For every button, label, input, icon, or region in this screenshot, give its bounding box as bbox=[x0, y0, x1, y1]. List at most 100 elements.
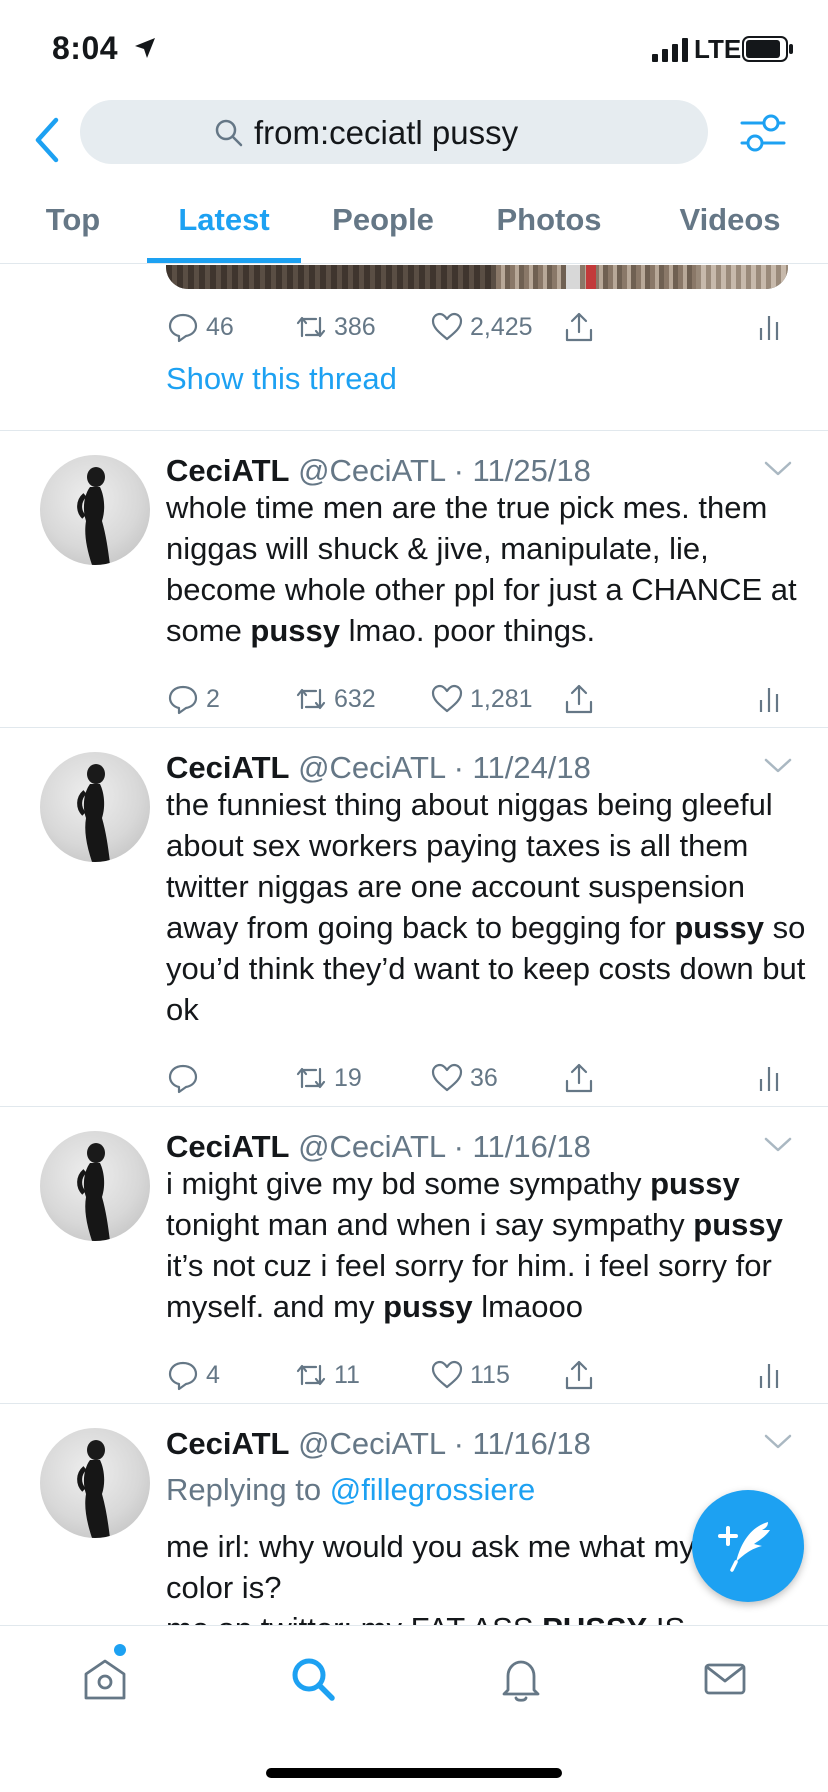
battery-icon bbox=[742, 36, 793, 62]
separator-dot: · bbox=[444, 1129, 473, 1164]
reply-button[interactable] bbox=[166, 1058, 206, 1098]
search-query: from:ceciatl pussy bbox=[254, 114, 519, 151]
retweet-button[interactable]: 632 bbox=[294, 679, 376, 719]
user-handle[interactable]: @CeciATL bbox=[298, 750, 445, 785]
bottom-nav bbox=[0, 1625, 828, 1792]
analytics-button[interactable] bbox=[752, 307, 786, 347]
like-button[interactable]: 115 bbox=[430, 1355, 510, 1395]
back-chevron-icon[interactable] bbox=[28, 112, 68, 168]
share-button[interactable] bbox=[562, 1355, 596, 1395]
analytics-button[interactable] bbox=[752, 679, 786, 719]
show-thread-link[interactable]: Show this thread bbox=[166, 361, 397, 397]
reply-icon bbox=[168, 1361, 198, 1391]
reply-button[interactable]: 4 bbox=[166, 1355, 220, 1395]
display-name[interactable]: CeciATL bbox=[166, 453, 289, 488]
separator-dot: · bbox=[444, 453, 473, 488]
avatar[interactable] bbox=[40, 1131, 150, 1241]
reply-icon bbox=[168, 1064, 198, 1094]
like-count: 36 bbox=[470, 1063, 498, 1092]
tab-people[interactable]: People bbox=[318, 202, 448, 264]
avatar[interactable] bbox=[40, 1428, 150, 1538]
share-button[interactable] bbox=[562, 307, 596, 347]
tweet-header: CeciATL @CeciATL · 11/24/18 bbox=[166, 750, 591, 786]
retweet-button[interactable]: 386 bbox=[294, 307, 376, 347]
like-icon bbox=[431, 1360, 463, 1389]
tweet-actions: 2 632 1,281 bbox=[166, 679, 786, 719]
messages-icon[interactable] bbox=[700, 1654, 750, 1704]
location-arrow-icon bbox=[135, 38, 155, 58]
user-handle[interactable]: @CeciATL bbox=[298, 1426, 445, 1461]
share-button[interactable] bbox=[562, 679, 596, 719]
compose-icon bbox=[718, 1522, 770, 1572]
tab-photos[interactable]: Photos bbox=[480, 202, 618, 264]
tweet-text: the funniest thing about niggas being gl… bbox=[166, 787, 806, 1027]
tweet[interactable]: CeciATL @CeciATL · 11/25/18 whole time m… bbox=[0, 430, 828, 727]
tweet-date: 11/16/18 bbox=[472, 1426, 591, 1461]
explore-search-icon[interactable] bbox=[288, 1654, 338, 1704]
reply-icon bbox=[168, 313, 198, 343]
reply-button[interactable]: 2 bbox=[166, 679, 220, 719]
home-icon[interactable] bbox=[80, 1654, 130, 1704]
avatar-silhouette bbox=[77, 1143, 110, 1241]
stats-icon bbox=[759, 688, 779, 712]
retweet-icon bbox=[296, 316, 326, 338]
tweet-actions: 4 11 115 bbox=[166, 1355, 786, 1395]
tweet-media-image[interactable] bbox=[166, 265, 788, 289]
tweet[interactable]: CeciATL @CeciATL · 11/24/18 the funniest… bbox=[0, 727, 828, 1106]
like-icon bbox=[431, 312, 463, 341]
tab-top[interactable]: Top bbox=[26, 202, 120, 264]
like-button[interactable]: 1,281 bbox=[430, 679, 533, 719]
tweet-feed[interactable]: 46 386 2,425 Show this thread CeciATL @C… bbox=[0, 265, 828, 1625]
compose-tweet-button[interactable] bbox=[692, 1490, 804, 1602]
stats-icon bbox=[759, 1364, 779, 1388]
tab-latest[interactable]: Latest bbox=[147, 202, 301, 264]
chevron-down-icon[interactable] bbox=[762, 1432, 794, 1452]
avatar[interactable] bbox=[40, 455, 150, 565]
chevron-down-icon[interactable] bbox=[762, 756, 794, 776]
avatar-silhouette bbox=[77, 467, 110, 565]
display-name[interactable]: CeciATL bbox=[166, 750, 289, 785]
tweet[interactable]: CeciATL @CeciATL · 11/16/18 i might give… bbox=[0, 1106, 828, 1403]
tab-videos[interactable]: Videos bbox=[660, 202, 800, 264]
search-tabs: Top Latest People Photos Videos bbox=[0, 190, 828, 264]
search-icon bbox=[215, 119, 243, 147]
like-icon bbox=[431, 684, 463, 713]
filter-icon[interactable] bbox=[740, 110, 786, 156]
tweet-date: 11/24/18 bbox=[472, 750, 591, 785]
analytics-button[interactable] bbox=[752, 1355, 786, 1395]
reply-icon bbox=[168, 685, 198, 715]
like-button[interactable]: 2,425 bbox=[430, 307, 533, 347]
reply-button[interactable]: 46 bbox=[166, 307, 234, 347]
avatar[interactable] bbox=[40, 752, 150, 862]
like-count: 2,425 bbox=[470, 312, 533, 341]
retweet-button[interactable]: 11 bbox=[294, 1355, 360, 1395]
retweet-count: 632 bbox=[334, 684, 376, 713]
notifications-icon[interactable] bbox=[496, 1654, 546, 1704]
retweet-button[interactable]: 19 bbox=[294, 1058, 362, 1098]
retweet-icon bbox=[296, 1364, 326, 1386]
display-name[interactable]: CeciATL bbox=[166, 1426, 289, 1461]
retweet-count: 11 bbox=[334, 1360, 360, 1389]
analytics-button[interactable] bbox=[752, 1058, 786, 1098]
separator-dot: · bbox=[444, 750, 473, 785]
display-name[interactable]: CeciATL bbox=[166, 1129, 289, 1164]
user-handle[interactable]: @CeciATL bbox=[298, 1129, 445, 1164]
reply-mention-link[interactable]: @fillegrossiere bbox=[330, 1472, 535, 1507]
reply-count: 2 bbox=[206, 684, 220, 713]
chevron-down-icon[interactable] bbox=[762, 1135, 794, 1155]
network-label: LTE bbox=[694, 34, 742, 64]
search-input[interactable]: from:ceciatl pussy bbox=[80, 100, 708, 164]
share-icon bbox=[565, 684, 593, 714]
tweet-header: CeciATL @CeciATL · 11/16/18 bbox=[166, 1426, 591, 1462]
retweet-icon bbox=[296, 688, 326, 710]
share-button[interactable] bbox=[562, 1058, 596, 1098]
retweet-icon bbox=[296, 1067, 326, 1089]
tweet-date: 11/25/18 bbox=[472, 453, 591, 488]
share-icon bbox=[565, 1063, 593, 1093]
stats-icon bbox=[759, 1067, 779, 1091]
chevron-down-icon[interactable] bbox=[762, 459, 794, 479]
user-handle[interactable]: @CeciATL bbox=[298, 453, 445, 488]
signal-icon bbox=[652, 38, 688, 62]
like-button[interactable]: 36 bbox=[430, 1058, 498, 1098]
active-tab-indicator bbox=[147, 258, 301, 263]
